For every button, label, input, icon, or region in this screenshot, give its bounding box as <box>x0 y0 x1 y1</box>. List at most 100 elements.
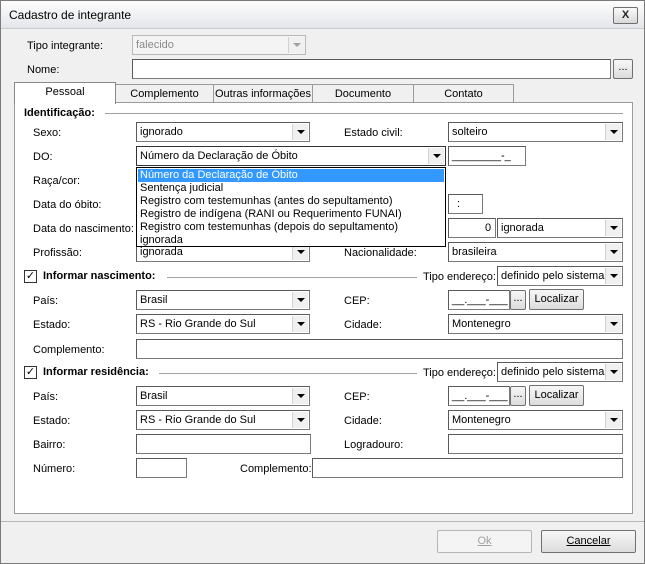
nascimento-header: Informar nascimento: <box>43 270 156 282</box>
footer-divider <box>1 521 644 522</box>
residencia-complemento-label: Complemento: <box>240 463 312 475</box>
chevron-down-icon <box>605 220 621 236</box>
divider <box>159 373 417 375</box>
nascimento-cidade-label: Cidade: <box>344 319 382 331</box>
nascimento-cep-label: CEP: <box>344 295 370 307</box>
chevron-down-icon <box>292 412 308 428</box>
nome-input[interactable] <box>132 59 611 79</box>
residencia-estado-label: Estado: <box>33 415 71 427</box>
do-option[interactable]: Registro com testemunhas (antes do sepul… <box>138 195 444 208</box>
window-title: Cadastro de integrante <box>9 8 132 22</box>
residencia-checkbox[interactable]: ✓ <box>24 366 37 379</box>
identificacao-header: Identificação: <box>24 107 95 119</box>
title-bar[interactable]: Cadastro de integrante X <box>1 1 644 29</box>
cancelar-button[interactable]: Cancelar <box>541 530 636 553</box>
close-button[interactable]: X <box>613 7 638 24</box>
nacionalidade-select[interactable]: brasileira <box>448 242 623 262</box>
tab-complemento[interactable]: Complemento <box>115 84 214 103</box>
nascimento-checkbox[interactable]: ✓ <box>24 270 37 283</box>
nascimento-complemento-input[interactable] <box>136 339 623 359</box>
do-option[interactable]: ignorada <box>138 234 444 247</box>
tab-complemento-label: Complemento <box>130 88 199 100</box>
nome-search-button[interactable]: ... <box>613 59 633 79</box>
tab-contato[interactable]: Contato <box>413 84 514 103</box>
nacionalidade-value: brasileira <box>452 246 497 258</box>
sexo-select[interactable]: ignorado <box>136 122 310 142</box>
residencia-tipo-endereco-select[interactable]: definido pelo sistema <box>497 362 623 382</box>
residencia-cep-label: CEP: <box>344 391 370 403</box>
hora-obito-input[interactable]: : <box>448 194 483 214</box>
divider <box>167 277 417 279</box>
residencia-complemento-input[interactable] <box>312 458 623 478</box>
residencia-estado-value: RS - Rio Grande do Sul <box>140 414 256 426</box>
residencia-cep-input[interactable]: __.___-___ <box>448 386 510 406</box>
do-label: DO: <box>33 151 53 163</box>
tab-pessoal[interactable]: Pessoal <box>14 82 116 104</box>
nascimento-pais-select[interactable]: Brasil <box>136 290 310 310</box>
residencia-tipo-endereco-label: Tipo endereço: <box>423 367 496 379</box>
nascimento-estado-select[interactable]: RS - Rio Grande do Sul <box>136 314 310 334</box>
divider <box>105 113 623 115</box>
nascimento-cep-search-button[interactable]: ... <box>510 290 526 310</box>
tab-outras-label: Outras informações <box>215 88 311 100</box>
tab-contato-label: Contato <box>444 88 483 100</box>
nascimento-tipo-endereco-select[interactable]: definido pelo sistema <box>497 266 623 286</box>
residencia-localizar-button[interactable]: Localizar <box>529 385 584 406</box>
ellipsis-icon: ... <box>513 292 523 304</box>
chevron-down-icon <box>288 37 304 53</box>
ellipsis-icon: ... <box>513 388 523 400</box>
data-obito-label: Data do óbito: <box>33 199 102 211</box>
numero-label: Número: <box>33 463 76 475</box>
nacionalidade-label: Nacionalidade: <box>344 247 417 259</box>
numero-input[interactable] <box>136 458 187 478</box>
profissao-label: Profissão: <box>33 247 82 259</box>
nascimento-cep-input[interactable]: __.___-___ <box>448 290 510 310</box>
chevron-down-icon <box>292 124 308 140</box>
chevron-down-icon <box>605 244 621 260</box>
chevron-down-icon <box>605 412 621 428</box>
nascimento-localizar-button[interactable]: Localizar <box>529 289 584 310</box>
nascimento-cidade-select[interactable]: Montenegro <box>448 314 623 334</box>
do-select[interactable]: Número da Declaração de Óbito <box>136 146 446 166</box>
profissao-value: ignorada <box>140 246 183 258</box>
do-value: Número da Declaração de Óbito <box>140 150 298 162</box>
tipo-integrante-select[interactable]: falecido <box>132 35 306 55</box>
logradouro-input[interactable] <box>448 434 623 454</box>
idade-unit-value: ignorada <box>501 222 544 234</box>
hora-obito-mask: : <box>457 198 461 210</box>
do-option[interactable]: Registro com testemunhas (depois do sepu… <box>138 221 444 234</box>
estado-civil-select[interactable]: solteiro <box>448 122 623 142</box>
idade-input[interactable]: 0 <box>448 218 496 238</box>
bairro-input[interactable] <box>136 434 311 454</box>
do-option[interactable]: Número da Declaração de Óbito <box>137 168 445 183</box>
nascimento-complemento-label: Complemento: <box>33 344 105 356</box>
chevron-down-icon <box>605 124 621 140</box>
check-icon: ✓ <box>25 270 36 282</box>
tab-documento[interactable]: Documento <box>312 84 414 103</box>
ellipsis-icon: ... <box>618 61 628 73</box>
logradouro-label: Logradouro: <box>344 439 404 451</box>
chevron-down-icon <box>292 388 308 404</box>
residencia-pais-select[interactable]: Brasil <box>136 386 310 406</box>
sexo-label: Sexo: <box>33 127 62 139</box>
do-option[interactable]: Registro de indígena (RANI ou Requerimen… <box>138 208 444 221</box>
residencia-cidade-select[interactable]: Montenegro <box>448 410 623 430</box>
nascimento-estado-value: RS - Rio Grande do Sul <box>140 318 256 330</box>
dialog-window: Cadastro de integrante X Tipo integrante… <box>0 0 645 564</box>
idade-unit-select[interactable]: ignorada <box>497 218 623 238</box>
chevron-down-icon <box>292 316 308 332</box>
check-icon: ✓ <box>25 366 36 378</box>
tab-outras-informacoes[interactable]: Outras informações <box>213 84 313 103</box>
residencia-cidade-label: Cidade: <box>344 415 382 427</box>
residencia-cep-search-button[interactable]: ... <box>510 386 526 406</box>
do-number-input[interactable]: ________-_ <box>448 146 526 166</box>
bairro-label: Bairro: <box>33 439 66 451</box>
ok-button[interactable]: Ok <box>437 530 532 553</box>
do-number-mask: ________-_ <box>452 150 511 162</box>
residencia-pais-value: Brasil <box>140 390 168 402</box>
chevron-down-icon <box>428 148 444 164</box>
residencia-cep-mask: __.___-___ <box>452 390 508 402</box>
residencia-estado-select[interactable]: RS - Rio Grande do Sul <box>136 410 310 430</box>
do-option[interactable]: Sentença judicial <box>138 182 444 195</box>
chevron-down-icon <box>605 364 621 380</box>
